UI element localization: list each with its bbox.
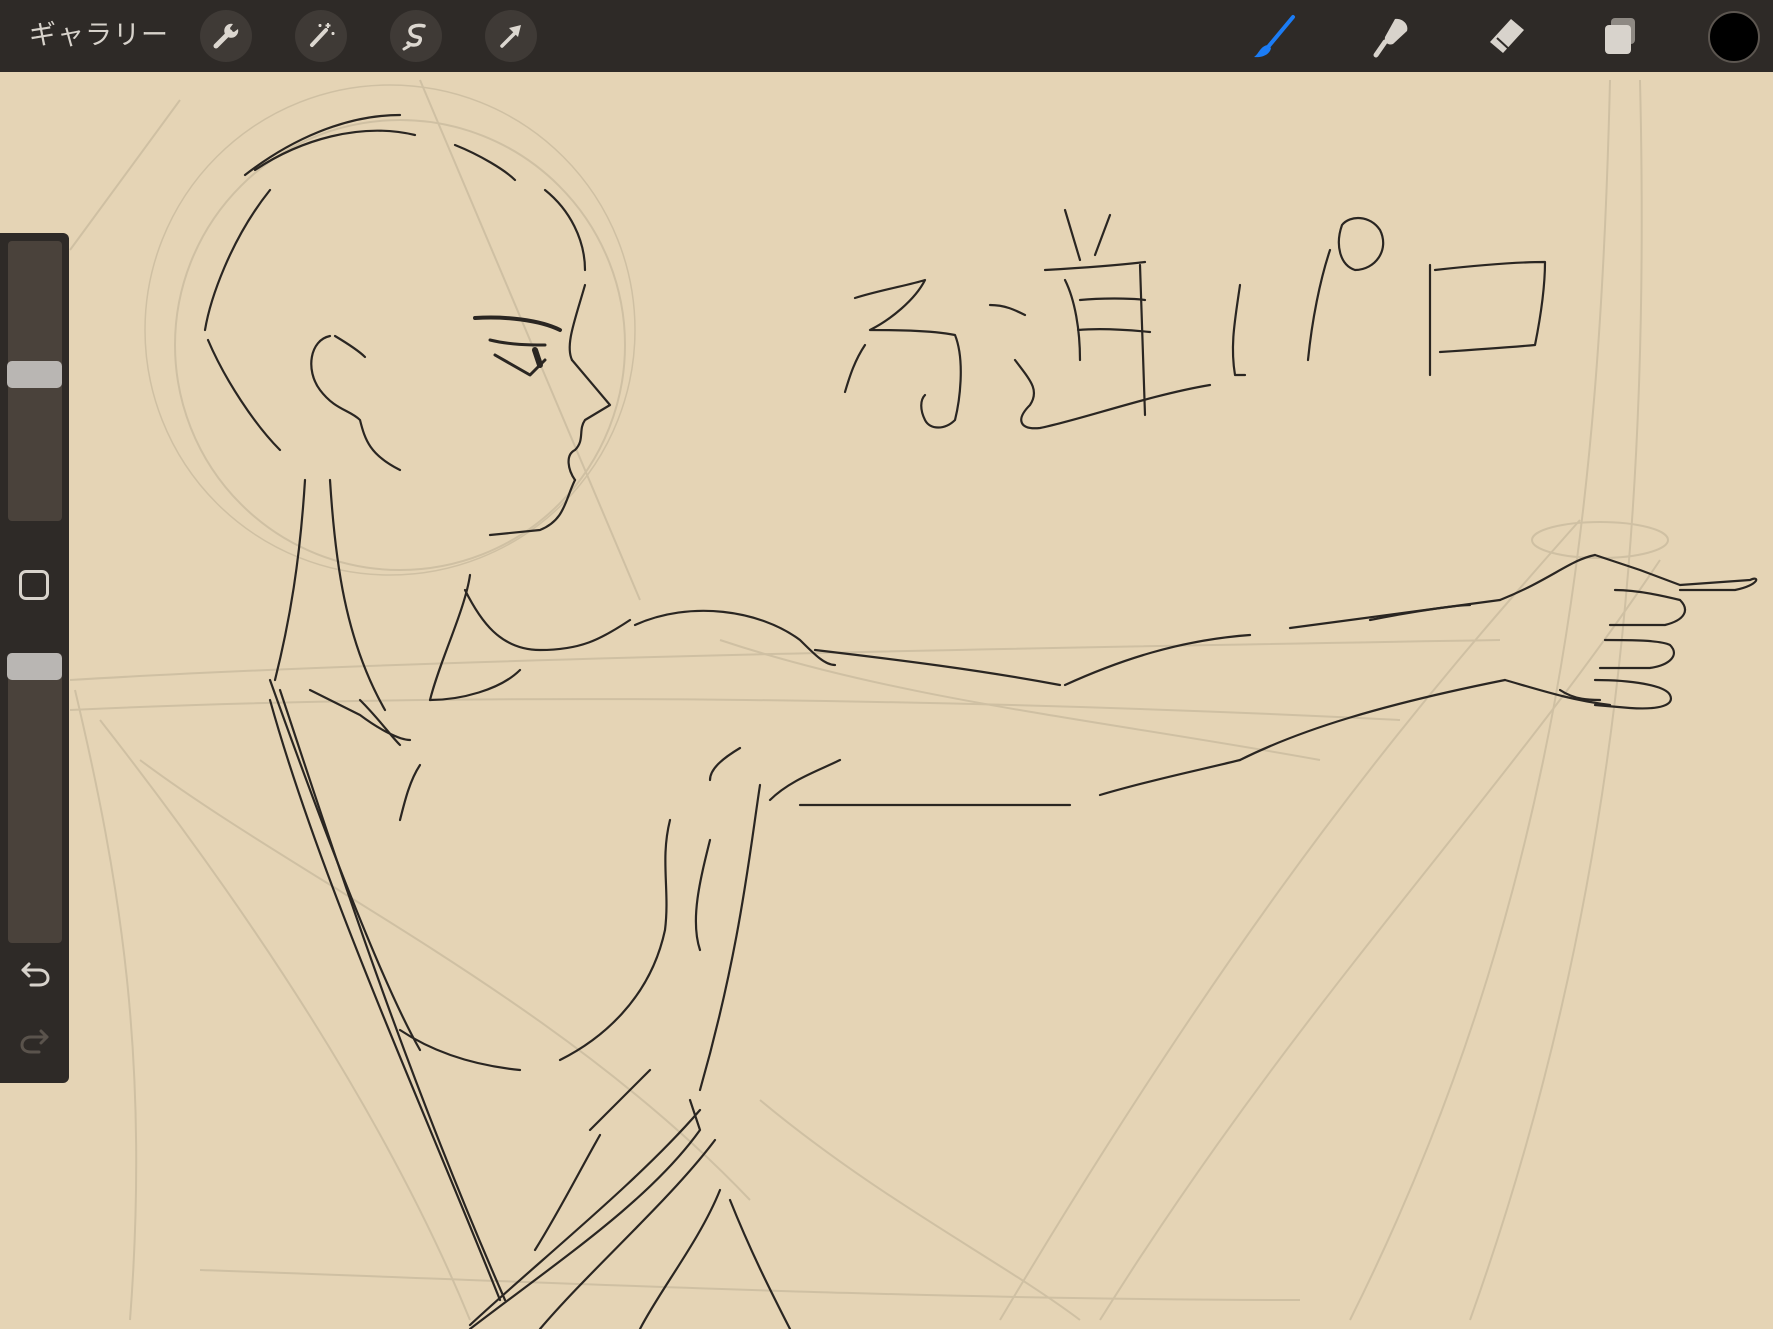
smudge-button[interactable]	[1364, 10, 1416, 62]
magic-wand-icon	[310, 23, 335, 47]
brush-icon	[1254, 15, 1295, 58]
side-toolbar	[0, 233, 69, 1083]
transform-button[interactable]	[485, 10, 537, 62]
eraser-button[interactable]	[1479, 10, 1531, 62]
layers-icon	[1605, 18, 1635, 54]
handwritten-title	[843, 208, 1547, 430]
brush-size-thumb[interactable]	[7, 361, 62, 388]
adjustments-button[interactable]	[295, 10, 347, 62]
eraser-icon	[1490, 19, 1524, 53]
opacity-thumb[interactable]	[7, 653, 62, 680]
wrench-icon	[213, 23, 239, 49]
undo-icon[interactable]	[17, 958, 53, 988]
actions-button[interactable]	[200, 10, 252, 62]
selection-button[interactable]	[390, 10, 442, 62]
opacity-slider[interactable]	[8, 653, 62, 943]
redo-icon[interactable]	[17, 1025, 53, 1055]
top-toolbar: ギャラリー	[0, 0, 1773, 72]
gallery-button[interactable]: ギャラリー	[29, 16, 169, 56]
selection-icon	[402, 23, 426, 51]
transform-arrow-icon	[500, 25, 521, 48]
drawing-canvas[interactable]	[0, 72, 1773, 1329]
color-picker-button[interactable]	[1708, 11, 1760, 63]
smudge-icon	[1373, 18, 1408, 58]
sketch-guides	[69, 79, 1669, 1321]
layers-button[interactable]	[1594, 10, 1646, 62]
modify-button[interactable]	[19, 570, 49, 600]
figure-sketch	[203, 113, 1758, 1329]
brush-button[interactable]	[1248, 10, 1300, 62]
